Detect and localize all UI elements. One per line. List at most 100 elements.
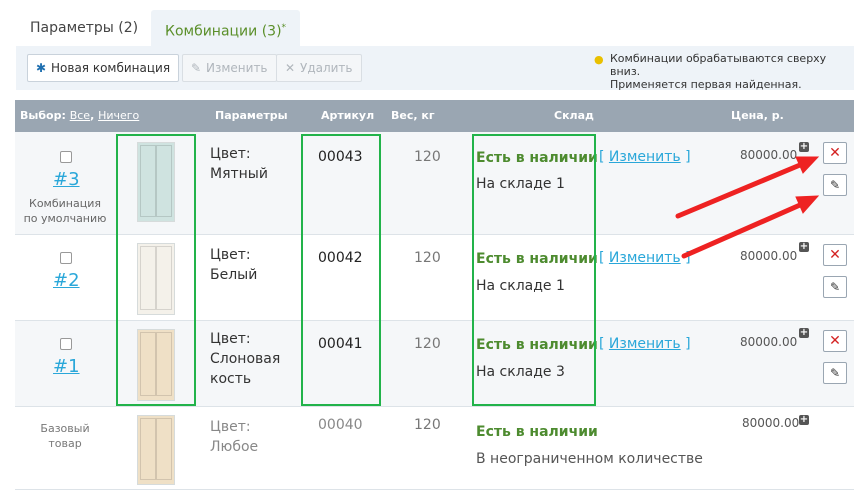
- article-value: 00041: [318, 336, 363, 352]
- combination-number-link[interactable]: #2: [53, 270, 80, 291]
- combination-number-link[interactable]: #3: [53, 169, 80, 190]
- asterisk-icon: ✱: [35, 61, 47, 75]
- tab-combinations[interactable]: Комбинации (3)*: [151, 10, 301, 46]
- hint-line-2: Применяется первая найденная.: [610, 78, 802, 91]
- warehouse-value: В неограниченном количестве: [476, 451, 703, 467]
- article-value: 00042: [318, 250, 363, 266]
- x-icon: ✕: [284, 61, 296, 75]
- toolbar: ✱ Новая комбинация ✎ Изменить ✕ Удалить ● К…: [16, 46, 854, 91]
- params-value: Цвет: Любое: [210, 417, 258, 457]
- lightbulb-icon: ●: [594, 53, 604, 66]
- edit-label: Изменить: [206, 61, 268, 75]
- table-row: #1 Цвет: Слоновая кость 00041 120 Есть в н…: [15, 321, 854, 407]
- param-value: Слоновая: [210, 351, 281, 367]
- product-image: [137, 243, 175, 315]
- stock-status: Есть в наличии: [476, 150, 598, 166]
- stock-status: Есть в наличии: [476, 251, 598, 267]
- weight-value: 120: [414, 417, 441, 433]
- pencil-icon: ✎: [190, 61, 202, 75]
- row-checkbox[interactable]: [60, 252, 72, 264]
- plus-icon[interactable]: +: [799, 142, 809, 152]
- base-product-label: Базовый товар: [21, 421, 109, 451]
- base-label-line-2: товар: [48, 437, 82, 450]
- table-header: Выбор: Все, Ничего Параметры Артикул Вес…: [15, 100, 854, 132]
- row-checkbox[interactable]: [60, 151, 72, 163]
- delete-row-button[interactable]: ✕: [823, 142, 847, 164]
- table-row: #3 Комбинация по умолчанию Цвет: Мятный 00…: [15, 132, 854, 235]
- param-key: Цвет:: [210, 146, 251, 162]
- row-checkbox[interactable]: [60, 338, 72, 350]
- change-stock-link[interactable]: [ Изменить ]: [599, 250, 691, 266]
- pencil-icon: ✎: [829, 280, 841, 294]
- default-note-line-2: по умолчанию: [23, 212, 107, 225]
- default-combination-note: Комбинация по умолчанию: [21, 196, 109, 226]
- edit-button[interactable]: ✎ Изменить: [182, 54, 277, 82]
- product-image: [137, 142, 175, 222]
- change-stock-label[interactable]: Изменить: [609, 336, 681, 352]
- select-label: Выбор:: [20, 109, 66, 122]
- new-combination-label: Новая комбинация: [51, 61, 171, 75]
- new-combination-button[interactable]: ✱ Новая комбинация: [27, 54, 180, 82]
- delete-row-button[interactable]: ✕: [823, 330, 847, 352]
- params-header: Параметры: [215, 109, 288, 122]
- select-none-link[interactable]: Ничего: [98, 109, 139, 122]
- param-key: Цвет:: [210, 419, 251, 435]
- param-key: Цвет:: [210, 247, 251, 263]
- tab-parameters-label: Параметры (2): [30, 20, 139, 36]
- stock-header: Склад: [554, 109, 594, 122]
- price-value: 80000.00: [740, 148, 798, 162]
- edit-row-button[interactable]: ✎: [823, 174, 847, 196]
- tab-combinations-marker: *: [281, 23, 287, 33]
- warehouse-value: На складе 1: [476, 176, 565, 192]
- product-image: [137, 329, 175, 401]
- weight-value: 120: [414, 336, 441, 352]
- change-stock-link[interactable]: [ Изменить ]: [599, 336, 691, 352]
- warehouse-value: На складе 1: [476, 278, 565, 294]
- delete-row-button[interactable]: ✕: [823, 244, 847, 266]
- pencil-icon: ✎: [829, 178, 841, 192]
- article-header: Артикул: [321, 109, 375, 122]
- plus-icon[interactable]: +: [799, 328, 809, 338]
- change-stock-label[interactable]: Изменить: [609, 250, 681, 266]
- delete-button[interactable]: ✕ Удалить: [276, 54, 362, 82]
- x-icon: ✕: [829, 145, 841, 161]
- price-value: 80000.00: [742, 416, 800, 430]
- param-value: Белый: [210, 267, 258, 283]
- change-stock-link[interactable]: [ Изменить ]: [599, 149, 691, 165]
- warehouse-value: На складе 3: [476, 364, 565, 380]
- stock-status: Есть в наличии: [476, 337, 598, 353]
- pencil-icon: ✎: [829, 366, 841, 380]
- params-value: Цвет: Слоновая кость: [210, 329, 280, 389]
- edit-row-button[interactable]: ✎: [823, 276, 847, 298]
- x-icon: ✕: [829, 247, 841, 263]
- default-note-line-1: Комбинация: [29, 197, 101, 210]
- product-image: [137, 415, 175, 485]
- x-icon: ✕: [829, 333, 841, 349]
- price-value: 80000.00: [740, 249, 798, 263]
- change-stock-label[interactable]: Изменить: [609, 149, 681, 165]
- price-value: 80000.00: [740, 335, 798, 349]
- base-label-line-1: Базовый: [40, 422, 90, 435]
- param-key: Цвет:: [210, 331, 251, 347]
- plus-icon[interactable]: +: [799, 242, 809, 252]
- weight-header: Вес, кг: [391, 109, 435, 122]
- select-all-link[interactable]: Все: [70, 109, 90, 122]
- param-value: Любое: [210, 439, 259, 455]
- param-value-cont: кость: [210, 371, 252, 387]
- stock-status: Есть в наличии: [476, 424, 598, 440]
- price-header: Цена, р.: [731, 109, 784, 122]
- params-value: Цвет: Белый: [210, 245, 257, 285]
- base-product-row: Базовый товар Цвет: Любое 00040 120 Есть в…: [15, 407, 854, 490]
- combination-number-link[interactable]: #1: [53, 356, 80, 377]
- plus-icon[interactable]: +: [799, 415, 809, 425]
- delete-label: Удалить: [300, 61, 353, 75]
- weight-value: 120: [414, 250, 441, 266]
- article-value: 00043: [318, 149, 363, 165]
- param-value: Мятный: [210, 166, 268, 182]
- weight-value: 120: [414, 149, 441, 165]
- edit-row-button[interactable]: ✎: [823, 362, 847, 384]
- tab-parameters[interactable]: Параметры (2): [16, 10, 152, 46]
- params-value: Цвет: Мятный: [210, 144, 268, 184]
- order-hint: ● Комбинации обрабатываются сверху вниз.…: [594, 52, 854, 91]
- tab-bar: Параметры (2) Комбинации (3)*: [0, 0, 854, 46]
